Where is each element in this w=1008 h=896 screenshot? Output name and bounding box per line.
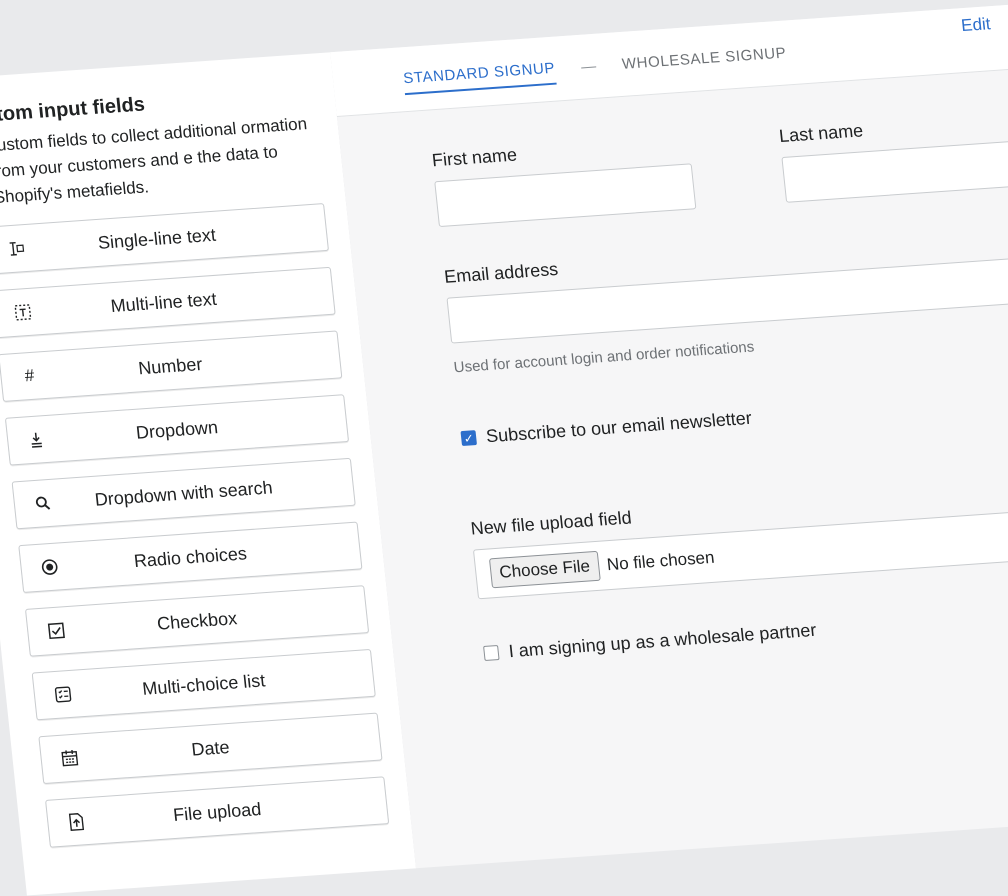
field-label: Multi-choice list [141,669,267,699]
number-icon: # [23,365,36,386]
single-line-text-icon [5,238,27,259]
first-name-input[interactable] [434,163,697,228]
add-dropdown-button[interactable]: Dropdown [4,394,350,466]
field-label: Dropdown [134,416,219,443]
wholesale-checkbox[interactable] [483,645,500,661]
add-file-upload-button[interactable]: File upload [45,776,390,848]
file-status: No file chosen [605,547,716,575]
last-name-input[interactable] [781,136,1008,203]
wholesale-row: I am signing up as a wholesale partner [483,593,1008,664]
add-date-button[interactable]: Date [38,712,383,785]
add-multi-line-text-button[interactable]: Multi-line text [0,266,336,339]
checkbox-icon [45,620,67,641]
screenshot-stage: stom input fields custom fields to colle… [0,0,1008,896]
field-label: Radio choices [132,542,248,571]
field-label: Checkbox [156,607,238,634]
add-single-line-text-button[interactable]: Single-line text [0,203,329,275]
tab-standard-signup[interactable]: STANDARD SIGNUP [401,53,557,95]
signup-form: First name Last name Email address Used … [337,60,1008,670]
wholesale-label: I am signing up as a wholesale partner [507,619,818,662]
newsletter-label: Subscribe to our email newsletter [485,407,753,447]
panel-description: custom fields to collect additional orma… [0,114,308,208]
edit-link[interactable]: Edit [960,14,991,36]
field-type-list: Single-line text Multi-line text # Numbe… [0,203,391,864]
add-checkbox-button[interactable]: Checkbox [24,585,370,657]
field-label: Date [190,736,231,760]
calendar-icon [59,748,81,769]
newsletter-checkbox[interactable]: ✓ [460,430,478,447]
newsletter-row: ✓ Subscribe to our email newsletter [460,378,1008,449]
add-number-button[interactable]: # Number [0,330,343,402]
field-label: File upload [172,798,263,825]
form-preview-panel: STANDARD SIGNUP — WHOLESALE SIGNUP Edit … [330,0,1008,869]
tab-separator: — [580,57,597,76]
search-icon [32,493,54,514]
field-label: Multi-line text [109,288,218,316]
multi-choice-icon [52,684,74,705]
multi-line-text-icon [12,302,34,323]
field-label: Dropdown with search [93,476,274,510]
tab-wholesale-signup[interactable]: WHOLESALE SIGNUP [620,38,787,78]
file-upload-icon [65,811,87,832]
add-multi-choice-list-button[interactable]: Multi-choice list [31,648,376,721]
choose-file-button[interactable]: Choose File [488,550,601,589]
radio-icon [39,556,61,577]
field-label: Number [137,353,204,378]
add-radio-choices-button[interactable]: Radio choices [18,521,363,594]
last-name-label: Last name [778,120,865,147]
field-label: Single-line text [96,224,217,253]
add-dropdown-with-search-button[interactable]: Dropdown with search [11,457,356,530]
dropdown-icon [25,429,47,450]
